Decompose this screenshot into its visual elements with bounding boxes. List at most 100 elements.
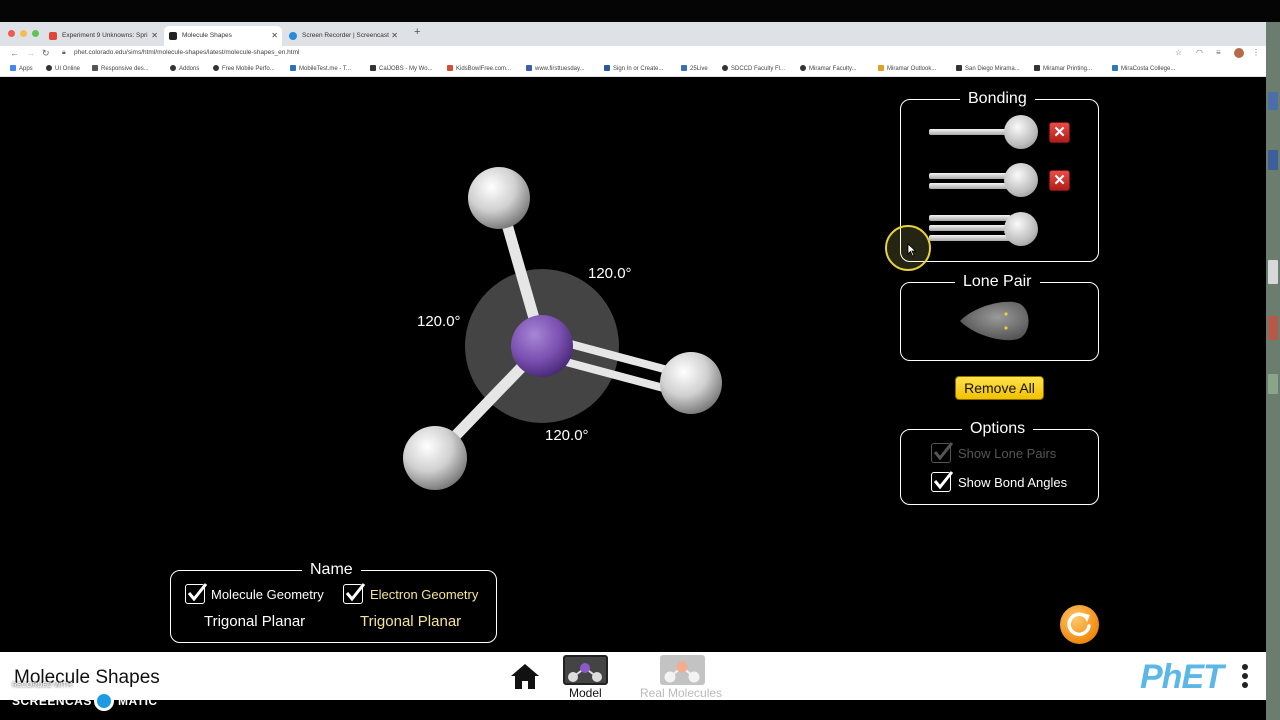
extension-icon[interactable]: ◠ — [1196, 48, 1203, 57]
bond-atom-icon — [1004, 115, 1038, 149]
url-field[interactable]: phet.colorado.edu/sims/html/molecule-sha… — [74, 49, 299, 56]
tab-favicon-icon — [169, 32, 177, 40]
name-panel — [170, 570, 497, 643]
tab-favicon-icon — [289, 32, 297, 40]
bond-line — [929, 235, 1011, 241]
electron-geometry-label: Electron Geometry — [370, 587, 479, 602]
bookmarks-bar: Apps UI Online Responsive des... Addons … — [0, 63, 1266, 77]
cast-icon[interactable]: ≡ — [1216, 48, 1221, 57]
bookmark-sdccd[interactable]: SDCCD Faculty Fl... — [722, 65, 785, 72]
molecule-geometry-label: Molecule Geometry — [211, 587, 324, 602]
maximize-window-icon[interactable] — [32, 30, 39, 37]
bookmark-star-icon[interactable]: ☆ — [1175, 48, 1182, 57]
apps-grid-icon — [10, 65, 16, 71]
screen: Experiment 9 Unknowns: Spri ✕ Molecule S… — [0, 0, 1280, 720]
back-icon[interactable]: ← — [10, 48, 19, 58]
real-molecules-screen-label: Real Molecules — [640, 686, 723, 700]
bookmark-favicon-icon — [447, 65, 453, 71]
bookmark-ui-online[interactable]: UI Online — [46, 65, 80, 72]
outer-atom-right[interactable] — [660, 352, 722, 414]
bookmark-sign-in[interactable]: Sign In or Create... — [604, 65, 663, 72]
forward-icon[interactable]: → — [26, 48, 35, 58]
real-molecules-screen-icon — [664, 661, 700, 683]
tab-label: Experiment 9 Unknowns: Spri — [62, 32, 148, 39]
phet-menu-icon[interactable] — [1242, 664, 1250, 691]
bookmark-firsttuesday[interactable]: www.firsttuesday... — [526, 65, 585, 72]
bookmark-apps[interactable]: Apps — [10, 65, 33, 72]
remove-all-button[interactable]: Remove All — [955, 376, 1044, 400]
bond-line — [929, 173, 1011, 179]
phet-navigation-bar: Molecule Shapes Model Real Molecules PhE… — [0, 652, 1266, 700]
bookmark-25live[interactable]: 25Live — [681, 65, 708, 72]
bookmark-addons[interactable]: Addons — [170, 65, 199, 72]
tab-close-icon[interactable]: ✕ — [151, 26, 158, 46]
central-atom[interactable] — [511, 315, 573, 377]
show-bond-angles-checkbox[interactable] — [931, 471, 954, 492]
options-title: Options — [962, 420, 1034, 438]
tab-label: Molecule Shapes — [182, 32, 232, 39]
bond-line — [929, 215, 1011, 221]
bookmark-favicon-icon — [878, 65, 884, 71]
watermark-screencast: SCREENCAST — [12, 694, 100, 708]
reload-icon[interactable]: ↻ — [42, 48, 50, 59]
minimize-window-icon[interactable] — [20, 30, 27, 37]
show-lone-pairs-checkbox[interactable] — [931, 442, 954, 463]
lone-pair-title: Lone Pair — [955, 273, 1040, 291]
browser-menu-icon[interactable]: ⋮ — [1252, 48, 1260, 57]
bookmark-miramar-printing[interactable]: Miramar Printing... — [1034, 65, 1092, 72]
new-tab-icon[interactable]: + — [414, 26, 420, 38]
molecule-view[interactable] — [370, 150, 790, 510]
bookmark-favicon-icon — [46, 65, 52, 71]
tab-strip: Experiment 9 Unknowns: Spri ✕ Molecule S… — [0, 22, 1266, 46]
tab-screen-recorder[interactable]: Screen Recorder | Screencast ✕ — [284, 26, 402, 46]
molecule-geometry-value: Trigonal Planar — [204, 613, 306, 630]
bookmark-mobiletest[interactable]: MobileTest.me - T... — [290, 65, 351, 72]
real-molecules-screen-button[interactable] — [660, 655, 705, 685]
checkmark-icon — [187, 583, 208, 602]
bookmark-san-diego-miramar[interactable]: San Diego Mirama... — [956, 65, 1020, 72]
checkmark-icon — [345, 583, 366, 602]
tab-close-icon[interactable]: ✕ — [391, 26, 398, 46]
reset-all-button[interactable] — [1060, 605, 1099, 644]
bookmark-favicon-icon — [956, 65, 962, 71]
bookmark-free-mobile[interactable]: Free Mobile Perfo... — [213, 65, 275, 72]
model-screen-button[interactable] — [563, 655, 608, 685]
bookmark-caljobs[interactable]: CalJOBS - My Wo... — [370, 65, 433, 72]
bookmark-responsive[interactable]: Responsive des... — [92, 65, 149, 72]
bookmark-miramar-faculty[interactable]: Miramar Faculty... — [800, 65, 857, 72]
background-thumbnail — [1268, 150, 1278, 170]
bookmark-miramar-outlook[interactable]: Miramar Outlook... — [878, 65, 936, 72]
model-screen-label: Model — [569, 686, 602, 700]
name-title: Name — [302, 561, 361, 579]
phet-logo[interactable]: PhET — [1140, 658, 1224, 697]
lone-pair-button[interactable] — [956, 299, 1036, 343]
bookmark-kidsbowlfree[interactable]: KidsBowlFree.com... — [447, 65, 511, 72]
bookmark-favicon-icon — [1034, 65, 1040, 71]
close-window-icon[interactable] — [8, 30, 15, 37]
background-thumbnail — [1268, 374, 1278, 394]
remove-single-bond-button[interactable]: ✕ — [1049, 122, 1070, 143]
checkmark-icon — [933, 442, 954, 461]
molecule-geometry-checkbox[interactable] — [185, 583, 208, 604]
bookmark-miracosta[interactable]: MiraCosta College... — [1112, 65, 1175, 72]
home-icon[interactable] — [510, 662, 540, 690]
remove-double-bond-button[interactable]: ✕ — [1049, 170, 1070, 191]
model-screen-icon — [568, 663, 602, 682]
mouse-pointer-icon — [907, 243, 917, 257]
bond-atom-icon — [1004, 163, 1038, 197]
tab-experiment[interactable]: Experiment 9 Unknowns: Spri ✕ — [44, 26, 162, 46]
tab-close-icon[interactable]: ✕ — [271, 26, 278, 46]
outer-atom-bottom-left[interactable] — [403, 426, 467, 490]
bookmark-favicon-icon — [604, 65, 610, 71]
tab-label: Screen Recorder | Screencast — [302, 32, 389, 39]
tab-molecule-shapes[interactable]: Molecule Shapes ✕ — [164, 26, 282, 46]
profile-avatar[interactable] — [1234, 48, 1244, 58]
bookmark-favicon-icon — [170, 65, 176, 71]
electron-geometry-checkbox[interactable] — [343, 583, 366, 604]
watermark-recorded-with: RECORDED WITH — [12, 682, 72, 689]
bookmark-favicon-icon — [92, 65, 98, 71]
bookmark-favicon-icon — [800, 65, 806, 71]
outer-atom-top[interactable] — [468, 167, 530, 229]
bond-angle-label: 120.0° — [545, 427, 589, 444]
bookmark-favicon-icon — [681, 65, 687, 71]
